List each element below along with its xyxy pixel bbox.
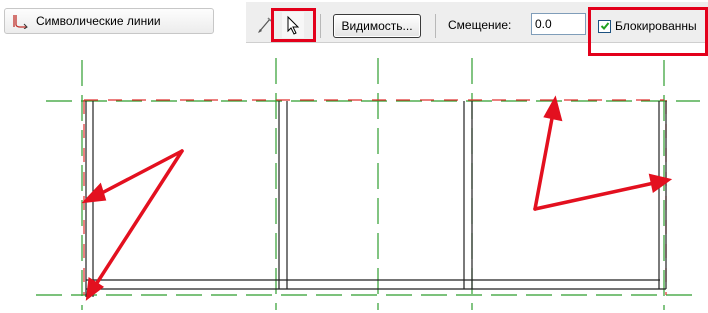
annotation-arrow	[533, 181, 656, 211]
annotation-arrowhead	[543, 95, 563, 122]
annotation-arrow	[93, 149, 184, 288]
drawing-canvas	[36, 58, 700, 310]
annotation-arrowhead	[81, 182, 107, 204]
annotation-arrow	[533, 111, 555, 211]
